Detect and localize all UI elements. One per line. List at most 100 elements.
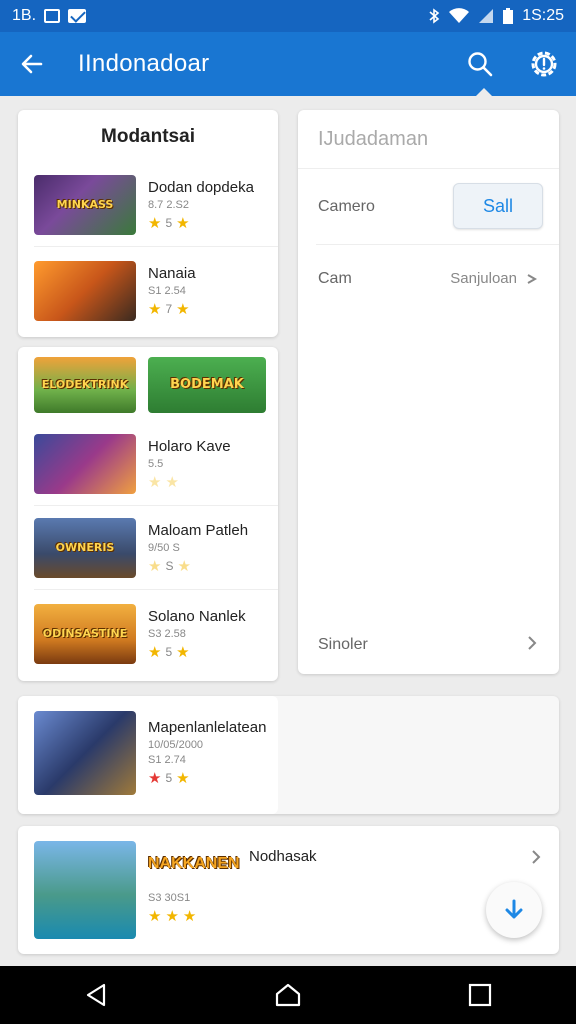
search-icon [468, 52, 493, 77]
divider [34, 589, 278, 590]
star-icon: ★ [148, 214, 162, 232]
game-subtext: S1 2.74 [148, 754, 186, 766]
setting-row[interactable]: Sinoler [298, 622, 559, 666]
setting-action-button[interactable]: Sall [453, 183, 543, 229]
arrow-down-icon [505, 899, 523, 919]
game-rating: S [165, 558, 174, 573]
chevron-right-icon [528, 636, 537, 650]
star-icon: ★ [148, 300, 162, 318]
bluetooth-icon [429, 8, 440, 24]
nav-recents-button[interactable] [450, 966, 510, 1024]
star-icon: ★ [182, 908, 197, 925]
download-button[interactable] [486, 882, 542, 938]
game-thumbnail [34, 434, 136, 494]
game-name: Nodhasak [249, 848, 317, 865]
game-section-card: NAKKANEN S3 30S1 ★ ★ ★ Nodhasak [18, 826, 559, 954]
game-thumbnail: OWNERIS [34, 518, 136, 578]
nav-home-button[interactable] [258, 966, 318, 1024]
game-name: Maloam Patleh [148, 521, 249, 539]
game-item[interactable]: Mapenlanlelatean 10/05/2000 S1 2.74 ★ 5 ★ [34, 710, 334, 796]
divider [34, 246, 278, 247]
settings-panel: IJudadaman Camero Sall Cam Sanjuloan Sin… [298, 110, 559, 674]
navigation-bar [0, 966, 576, 1024]
back-button[interactable] [0, 32, 64, 96]
status-time: 1S:25 [522, 7, 564, 24]
settings-icon [531, 51, 557, 77]
app-title: IIndonadoar [78, 50, 210, 77]
search-button[interactable] [448, 32, 512, 96]
divider [298, 168, 559, 169]
star-icon: ★ [148, 557, 162, 575]
game-name: Nanaia [148, 264, 196, 282]
app-bar: IIndonadoar [0, 32, 576, 96]
nav-back-button[interactable] [66, 966, 126, 1024]
game-item[interactable]: Nanaia S1 2.54 ★ 7 ★ [34, 252, 278, 330]
chevron-down-icon [527, 273, 538, 284]
game-banner[interactable]: BODEMAK [148, 357, 266, 413]
game-name: Holaro Kave [148, 437, 231, 455]
signal-icon [479, 9, 494, 23]
star-icon: ★ [176, 214, 190, 232]
star-icon: ★ [165, 908, 179, 925]
game-item[interactable]: ODINSASTINE Solano Nanlek S3 2.58 ★ 5 ★ [34, 595, 278, 673]
game-item[interactable]: MINKASS Dodan dopdeka 8.7 2.S2 ★ 5 ★ [34, 166, 278, 244]
game-item[interactable]: NAKKANEN S3 30S1 ★ ★ ★ Nodhasak [34, 840, 534, 940]
game-thumbnail [34, 261, 136, 321]
notification-icon [44, 9, 61, 23]
tab-indicator [476, 88, 492, 96]
home-icon [275, 983, 301, 1007]
setting-label: Cam [318, 270, 352, 287]
back-arrow-icon [21, 54, 43, 74]
game-name: Solano Nanlek [148, 607, 246, 625]
star-icon: ★ [176, 300, 190, 318]
game-item[interactable]: Holaro Kave 5.5 ★ ★ [34, 425, 278, 503]
chevron-right-icon[interactable] [529, 848, 543, 871]
game-thumbnail [34, 841, 136, 939]
game-subtext: S3 2.58 [148, 627, 186, 640]
setting-label: Camero [318, 198, 375, 215]
status-bar: 1B. 1S:25 [0, 0, 576, 32]
game-rating: 5 [165, 771, 173, 785]
battery-icon [503, 8, 514, 24]
star-icon: ★ [148, 643, 162, 661]
game-item[interactable]: OWNERIS Maloam Patleh 9/50 S ★ S ★ [34, 509, 278, 587]
game-rating: 5 [165, 215, 173, 230]
star-icon: ★ [148, 908, 162, 925]
star-icon: ★ [176, 770, 190, 787]
star-icon: ★ [148, 770, 162, 787]
game-subtext: 8.7 2.S2 [148, 198, 189, 211]
setting-value: Sanjuloan [450, 270, 517, 287]
setting-row[interactable]: Cam Sanjuloan [298, 250, 559, 308]
section-title: Modantsai [101, 126, 195, 147]
game-subtext: 9/50 S [148, 541, 180, 554]
game-subtext: 5.5 [148, 457, 164, 470]
game-thumbnail: ODINSASTINE [34, 604, 136, 664]
back-triangle-icon [86, 983, 106, 1007]
game-rating: 5 [165, 644, 173, 659]
star-icon: ★ [165, 473, 179, 491]
game-section-card: Mapenlanlelatean 10/05/2000 S1 2.74 ★ 5 ★ [18, 696, 559, 814]
settings-title: IJudadaman [318, 128, 429, 150]
game-logo: NAKKANEN [148, 855, 240, 872]
game-rating: 7 [165, 301, 173, 316]
settings-button[interactable] [512, 32, 576, 96]
game-thumbnail [34, 711, 136, 795]
star-icon: ★ [177, 557, 191, 575]
game-subtext: S1 2.54 [148, 284, 186, 297]
game-subtext: 10/05/2000 [148, 739, 204, 751]
banner-row: ELODEKTRINK BODEMAK [34, 357, 266, 413]
wifi-icon [449, 8, 470, 23]
star-icon: ★ [148, 473, 162, 491]
game-banner[interactable]: ELODEKTRINK [34, 357, 136, 413]
recents-square-icon [468, 983, 492, 1007]
game-subtext: S3 30S1 [148, 892, 191, 904]
status-text: 1B. [12, 7, 37, 24]
game-section-card: ELODEKTRINK BODEMAK Holaro Kave 5.5 ★ ★ O… [18, 347, 278, 681]
setting-label: Sinoler [318, 636, 368, 653]
game-section-card: Modantsai MINKASS Dodan dopdeka 8.7 2.S2… [18, 110, 278, 337]
game-name: Mapenlanlelatean [148, 719, 267, 736]
game-name: Dodan dopdeka [148, 178, 254, 196]
mail-icon [68, 9, 87, 23]
star-icon: ★ [176, 643, 190, 661]
divider [316, 244, 559, 245]
